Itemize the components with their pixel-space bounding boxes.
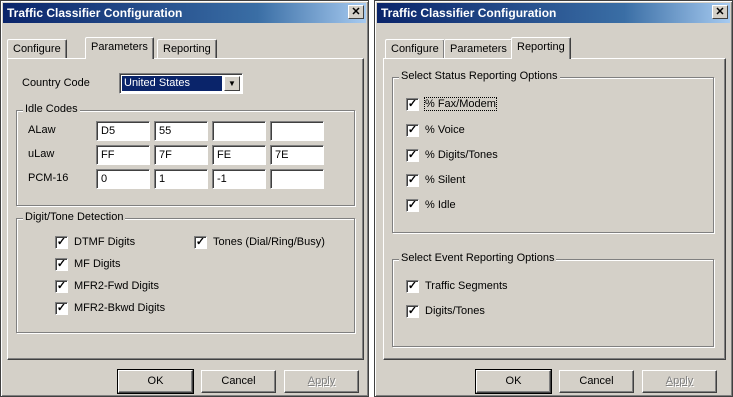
ulaw-label: uLaw — [28, 148, 55, 160]
close-icon[interactable]: ✕ — [348, 5, 364, 19]
country-code-select[interactable]: United States ▼ — [119, 73, 243, 94]
tab-reporting[interactable]: Reporting — [157, 39, 217, 59]
ok-button[interactable]: OK — [117, 369, 194, 394]
event-reporting-legend: Select Event Reporting Options — [399, 252, 557, 264]
mf-checkbox[interactable]: ✓ — [55, 258, 68, 271]
ulaw-code-3[interactable]: FE — [212, 145, 266, 165]
tab-panel: Country Code United States ▼ Idle Codes … — [7, 58, 364, 360]
traffic-segments-checkbox[interactable]: ✓ — [406, 280, 419, 293]
mfr2-fwd-checkbox[interactable]: ✓ — [55, 280, 68, 293]
digits-tones-checkbox[interactable]: ✓ — [406, 149, 419, 162]
idle-checkbox[interactable]: ✓ — [406, 199, 419, 212]
fax-modem-label: % Fax/Modem — [424, 97, 497, 111]
tab-configure[interactable]: Configure — [385, 39, 445, 59]
event-digits-tones-checkbox[interactable]: ✓ — [406, 305, 419, 318]
apply-button[interactable]: Apply — [284, 370, 359, 393]
digit-tone-group: Digit/Tone Detection ✓ DTMF Digits ✓ Ton… — [16, 211, 355, 333]
dtmf-checkbox[interactable]: ✓ — [55, 236, 68, 249]
idle-label: % Idle — [425, 199, 456, 211]
ulaw-code-2[interactable]: 7F — [154, 145, 208, 165]
window-title: Traffic Classifier Configuration — [7, 6, 183, 20]
tab-parameters[interactable]: Parameters — [444, 39, 513, 59]
cancel-button[interactable]: Cancel — [201, 370, 276, 393]
traffic-classifier-dialog-reporting: Traffic Classifier Configuration ✕ Confi… — [374, 0, 733, 397]
fax-modem-checkbox[interactable]: ✓ — [406, 98, 419, 111]
alaw-code-1[interactable]: D5 — [96, 121, 150, 141]
pcm16-code-2[interactable]: 1 — [154, 169, 208, 189]
country-code-value: United States — [122, 76, 222, 91]
pcm16-code-4[interactable] — [270, 169, 324, 189]
chevron-down-icon[interactable]: ▼ — [224, 76, 240, 91]
silent-checkbox[interactable]: ✓ — [406, 174, 419, 187]
pcm16-label: PCM-16 — [28, 172, 69, 184]
ok-button[interactable]: OK — [475, 369, 552, 394]
alaw-code-2[interactable]: 55 — [154, 121, 208, 141]
alaw-code-3[interactable] — [212, 121, 266, 141]
digit-tone-legend: Digit/Tone Detection — [23, 211, 126, 223]
voice-label: % Voice — [425, 124, 465, 136]
idle-codes-group: Idle Codes ALaw D5 55 uLaw FF 7F FE 7E P… — [16, 103, 355, 206]
ulaw-code-1[interactable]: FF — [96, 145, 150, 165]
window-title: Traffic Classifier Configuration — [381, 6, 557, 20]
title-bar: Traffic Classifier Configuration — [3, 3, 366, 23]
tones-label: Tones (Dial/Ring/Busy) — [213, 236, 325, 248]
tones-checkbox[interactable]: ✓ — [194, 236, 207, 249]
tab-panel: Select Status Reporting Options ✓ % Fax/… — [383, 58, 726, 360]
voice-checkbox[interactable]: ✓ — [406, 124, 419, 137]
dtmf-label: DTMF Digits — [74, 236, 136, 248]
pcm16-code-1[interactable]: 0 — [96, 169, 150, 189]
mf-label: MF Digits — [74, 258, 121, 270]
silent-label: % Silent — [425, 174, 466, 186]
mfr2-bkwd-checkbox[interactable]: ✓ — [55, 302, 68, 315]
status-reporting-legend: Select Status Reporting Options — [399, 70, 560, 82]
title-bar: Traffic Classifier Configuration — [377, 3, 730, 23]
digits-tones-label: % Digits/Tones — [425, 149, 498, 161]
tab-reporting[interactable]: Reporting — [511, 37, 571, 59]
alaw-label: ALaw — [28, 124, 56, 136]
cancel-button[interactable]: Cancel — [559, 370, 634, 393]
alaw-code-4[interactable] — [270, 121, 324, 141]
tab-parameters[interactable]: Parameters — [85, 37, 154, 59]
apply-button[interactable]: Apply — [642, 370, 717, 393]
tab-configure[interactable]: Configure — [7, 39, 67, 59]
pcm16-code-3[interactable]: -1 — [212, 169, 266, 189]
idle-codes-legend: Idle Codes — [23, 103, 80, 115]
event-reporting-group: Select Event Reporting Options ✓ Traffic… — [392, 252, 714, 347]
traffic-segments-label: Traffic Segments — [425, 280, 508, 292]
mfr2-bkwd-label: MFR2-Bkwd Digits — [74, 302, 166, 314]
country-code-label: Country Code — [22, 77, 90, 89]
traffic-classifier-dialog-parameters: Traffic Classifier Configuration ✕ Confi… — [0, 0, 369, 397]
mfr2-fwd-label: MFR2-Fwd Digits — [74, 280, 159, 292]
close-icon[interactable]: ✕ — [712, 5, 728, 19]
ulaw-code-4[interactable]: 7E — [270, 145, 324, 165]
status-reporting-group: Select Status Reporting Options ✓ % Fax/… — [392, 70, 714, 233]
event-digits-tones-label: Digits/Tones — [425, 305, 485, 317]
